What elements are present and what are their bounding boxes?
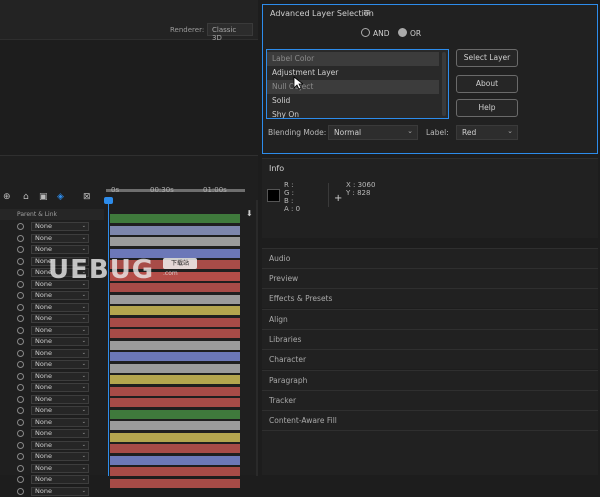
chevron-down-icon: ⌄ <box>81 476 86 482</box>
panel-character[interactable]: Character <box>262 349 598 369</box>
panel-paragraph[interactable]: Paragraph <box>262 370 598 390</box>
mouse-pointer-icon <box>293 76 303 90</box>
layer-track-bar[interactable] <box>110 363 240 373</box>
advanced-layer-selection-panel: Advanced Layer Selection ≡ AND OR Label … <box>262 4 598 154</box>
playhead-handle[interactable] <box>104 197 113 204</box>
label-color-dropdown[interactable]: Red ⌄ <box>456 125 518 140</box>
timeline-border <box>256 200 258 476</box>
info-g: G : <box>284 189 295 197</box>
about-button[interactable]: About <box>456 75 518 93</box>
and-radio-label: AND <box>373 29 390 38</box>
playhead[interactable] <box>108 200 109 476</box>
info-y: Y : 828 <box>346 189 371 197</box>
chevron-down-icon: ⌄ <box>81 487 86 494</box>
layer-track-bar[interactable] <box>110 317 240 327</box>
label-color-label: Label: <box>426 128 449 137</box>
renderer-label: Renderer: <box>170 26 205 34</box>
panel-libraries[interactable]: Libraries <box>262 329 598 349</box>
panel-effects-presets[interactable]: Effects & Presets <box>262 288 598 308</box>
layer-track-bar[interactable] <box>110 386 240 396</box>
list-item[interactable]: Shy On <box>267 108 439 118</box>
layer-track-bar[interactable] <box>110 444 240 453</box>
or-radio[interactable] <box>398 28 407 37</box>
crosshair-icon: + <box>334 193 343 204</box>
layer-track-bar[interactable] <box>110 375 240 384</box>
hamburger-icon[interactable]: ≡ <box>363 8 371 18</box>
and-radio[interactable] <box>361 28 370 37</box>
layer-track-bar[interactable] <box>110 329 240 338</box>
panel-preview[interactable]: Preview <box>262 268 598 288</box>
layer-track-bar[interactable] <box>110 398 240 407</box>
layer-track-bar[interactable] <box>110 294 240 304</box>
composition-toolbar: Renderer: Classic 3D <box>0 0 258 42</box>
info-b: B : <box>284 197 294 205</box>
panel-stack-remainder <box>262 430 598 475</box>
info-a: A : 0 <box>284 205 301 213</box>
renderer-button[interactable]: Classic 3D <box>207 23 253 42</box>
layer-track-bar[interactable] <box>110 409 240 419</box>
layer-track-bar[interactable] <box>110 306 240 315</box>
comp-end-marker-icon[interactable]: ⬇ <box>246 209 253 218</box>
layer-row[interactable]: None ⌄ <box>0 486 104 497</box>
panel-audio[interactable]: Audio <box>262 248 598 268</box>
layer-track-bar[interactable] <box>110 340 240 350</box>
info-r: R : <box>284 181 294 189</box>
pick-whip-icon[interactable] <box>17 476 24 483</box>
list-item[interactable]: Solid <box>267 94 439 108</box>
listbox-scrollbar[interactable] <box>442 52 446 116</box>
blending-mode-dropdown[interactable]: Normal ⌄ <box>328 125 418 140</box>
color-swatch <box>267 189 280 202</box>
info-x: X : 3060 <box>346 181 376 189</box>
layer-track-bar[interactable] <box>110 352 240 361</box>
panel-tracker[interactable]: Tracker <box>262 390 598 410</box>
parent-dropdown[interactable]: None ⌄ <box>31 486 89 496</box>
list-item[interactable]: Label Color <box>267 52 439 66</box>
select-layer-button[interactable]: Select Layer <box>456 49 518 67</box>
parent-value: None <box>35 475 52 483</box>
pick-whip-icon[interactable] <box>17 487 24 495</box>
info-panel: Info R : G : B : A : 0 + X : 3060 Y : 82… <box>262 158 598 238</box>
timeline-panel: ⊕ ⌂ ▣ ◈ ⊠ Parent & Link 0s 00:30s 01:00s… <box>0 155 258 496</box>
divider <box>328 183 329 207</box>
watermark-domain: .com <box>163 270 178 277</box>
help-button[interactable]: Help <box>456 99 518 117</box>
track-area <box>0 156 258 488</box>
parent-dropdown[interactable]: None ⌄ <box>31 475 89 484</box>
layer-track-bar[interactable] <box>110 225 240 235</box>
label-color-value: Red <box>462 128 477 137</box>
parent-value: None <box>35 486 52 495</box>
chevron-down-icon: ⌄ <box>407 127 413 135</box>
panel-align[interactable]: Align <box>262 309 598 329</box>
layer-track-bar[interactable] <box>110 237 240 246</box>
layer-track-bar[interactable] <box>110 478 240 488</box>
or-radio-label: OR <box>410 29 422 38</box>
blending-mode-value: Normal <box>334 128 362 137</box>
layer-track-bar[interactable] <box>110 455 240 465</box>
chevron-down-icon: ⌄ <box>507 127 513 135</box>
blending-mode-label: Blending Mode: <box>268 128 327 137</box>
panel-title: Advanced Layer Selection <box>270 9 374 18</box>
watermark-badge: 下载站 <box>163 258 197 269</box>
panel-content-aware-fill[interactable]: Content-Aware Fill <box>262 410 598 430</box>
watermark-logo: UEBUG <box>48 255 155 285</box>
layer-track-bar[interactable] <box>110 214 240 223</box>
layer-track-bar[interactable] <box>110 432 240 442</box>
panel-title[interactable]: Info <box>269 164 284 173</box>
layer-track-bar[interactable] <box>110 421 240 430</box>
